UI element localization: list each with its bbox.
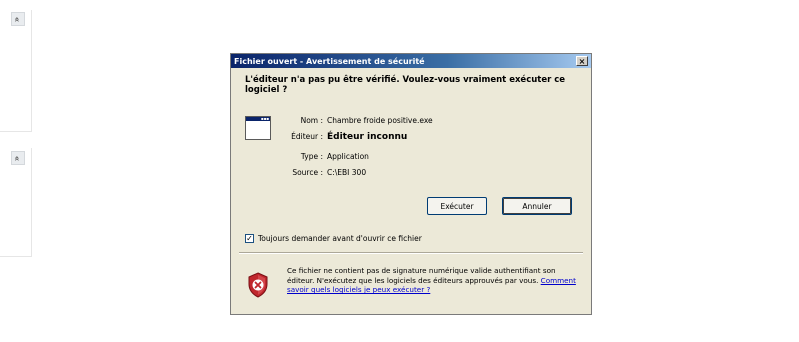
always-ask-option[interactable]: ✓ Toujours demander avant d'ouvrir ce fi… — [245, 234, 422, 243]
always-ask-checkbox[interactable]: ✓ — [245, 234, 254, 243]
warning-message: Ce fichier ne contient pas de signature … — [287, 266, 583, 295]
name-row: Nom : Chambre froide positive.exe — [281, 116, 581, 126]
checkmark-icon: ✓ — [246, 233, 253, 243]
security-shield-icon — [248, 272, 268, 298]
type-value: Application — [327, 152, 369, 161]
dialog-title: Fichier ouvert - Avertissement de sécuri… — [234, 56, 425, 66]
warning-text: Ce fichier ne contient pas de signature … — [287, 266, 556, 285]
panel-1-border — [31, 10, 32, 132]
dialog-title-bar[interactable]: Fichier ouvert - Avertissement de sécuri… — [231, 54, 591, 68]
cancel-button[interactable]: Annuler — [502, 197, 572, 215]
collapse-panel-2-button[interactable]: » — [11, 151, 25, 165]
publisher-label: Éditeur : — [291, 132, 323, 141]
source-row: Source : C:\EBI 300 — [281, 168, 581, 178]
double-chevron-up-icon: » — [12, 16, 23, 22]
type-label: Type : — [300, 152, 323, 161]
application-window-icon: ▪▪▪ — [245, 116, 271, 140]
run-button[interactable]: Exécuter — [427, 197, 487, 215]
close-icon: × — [578, 57, 586, 66]
publisher-row: Éditeur : Éditeur inconnu — [281, 132, 581, 142]
double-chevron-up-icon: » — [12, 155, 23, 161]
collapse-panel-1-button[interactable]: » — [11, 12, 25, 26]
panel-2-border — [31, 148, 32, 257]
always-ask-label: Toujours demander avant d'ouvrir ce fich… — [258, 234, 422, 243]
page: » » Fichier ouvert - Avertissement de sé… — [0, 0, 799, 342]
source-value: C:\EBI 300 — [327, 168, 367, 177]
name-value: Chambre froide positive.exe — [327, 116, 433, 125]
security-warning-dialog: Fichier ouvert - Avertissement de sécuri… — [230, 53, 592, 315]
dialog-separator — [239, 252, 583, 254]
source-label: Source : — [292, 168, 323, 177]
name-label: Nom : — [300, 116, 323, 125]
panel-1-bottom-border — [0, 131, 32, 132]
type-row: Type : Application — [281, 152, 581, 162]
dialog-heading: L'éditeur n'a pas pu être vérifié. Voule… — [245, 75, 566, 95]
publisher-value: Éditeur inconnu — [327, 132, 408, 142]
close-button[interactable]: × — [576, 56, 588, 66]
panel-2-bottom-border — [0, 256, 32, 257]
